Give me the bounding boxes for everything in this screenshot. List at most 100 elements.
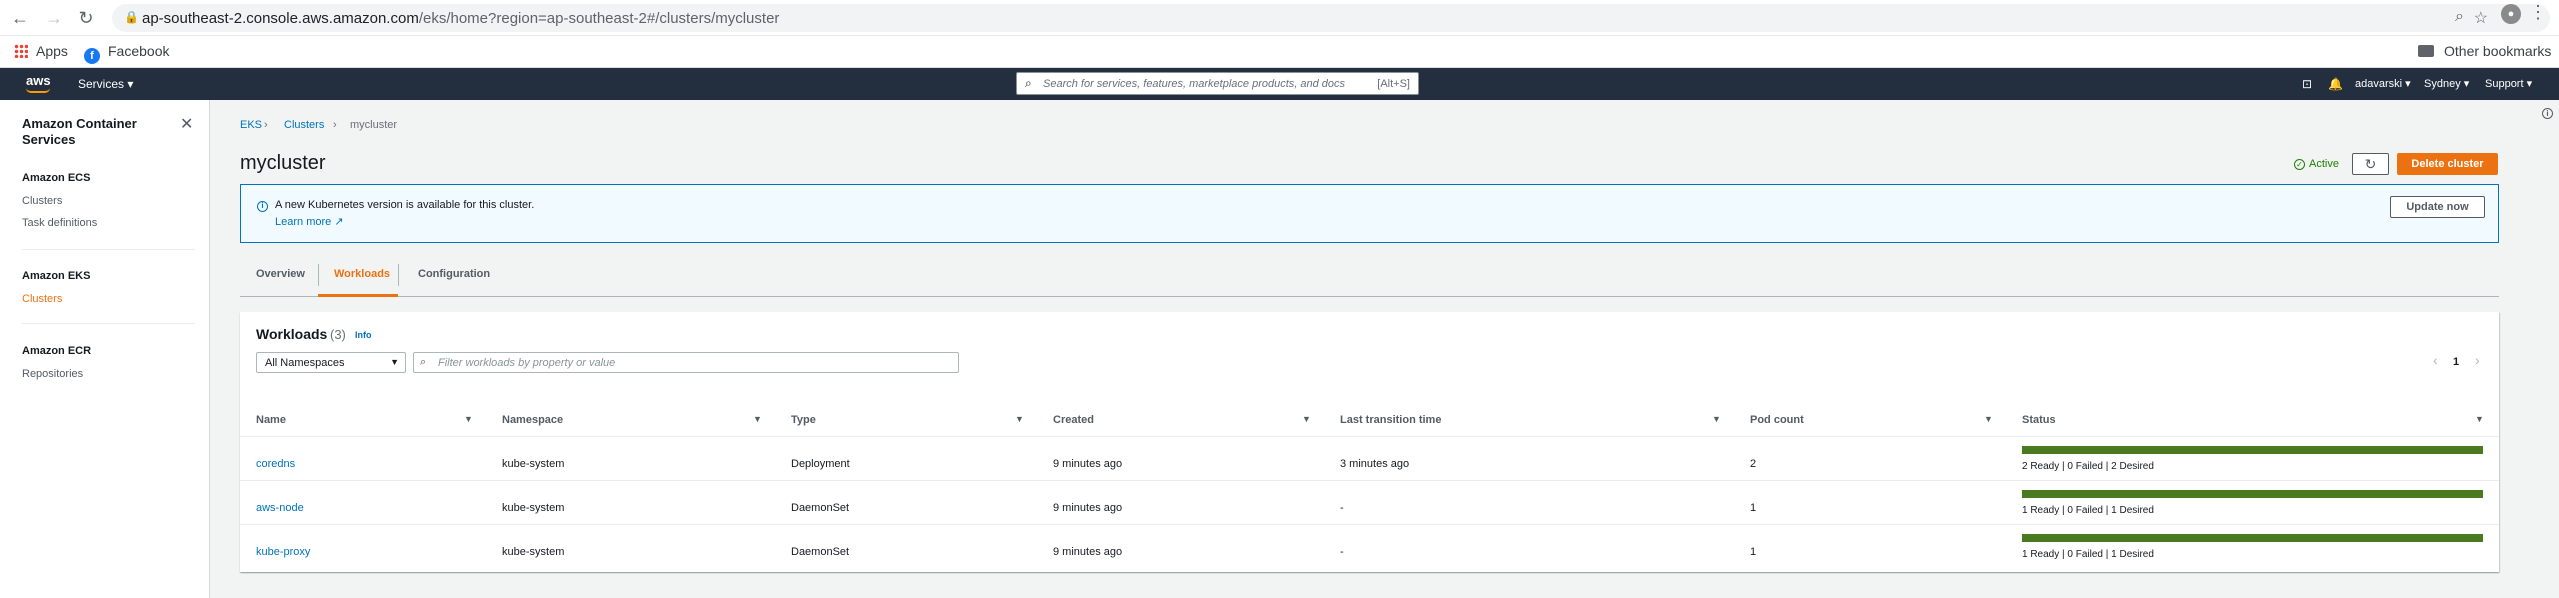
page-number[interactable]: 1 [2453, 356, 2459, 368]
search-shortcut: [Alt+S] [1377, 78, 1410, 90]
sidebar-item-eks-clusters[interactable]: Clusters [22, 293, 62, 305]
chevron-right-icon[interactable]: › [2475, 352, 2480, 368]
folder-icon [2418, 45, 2434, 57]
chevron-left-icon[interactable]: ‹ [2433, 352, 2438, 368]
update-now-button[interactable]: Update now [2390, 196, 2485, 218]
column-header-pod-count[interactable]: Pod count [1750, 414, 1804, 426]
workload-created: 9 minutes ago [1053, 502, 1123, 514]
workload-status: 2 Ready | 0 Failed | 2 Desired [2022, 461, 2154, 472]
apps-grid-icon [14, 44, 28, 58]
tab-bar: Overview Workloads Configuration [240, 252, 2499, 297]
sidebar-item-repositories[interactable]: Repositories [22, 368, 83, 380]
cloudshell-icon[interactable]: ⊡ [2302, 77, 2312, 91]
status-progress-bar [2022, 534, 2483, 542]
workload-pod-count: 1 [1750, 546, 1757, 558]
page-title: mycluster [240, 152, 326, 174]
address-bar[interactable]: 🔒 ap-southeast-2.console.aws.amazon.com/… [112, 4, 2550, 32]
learn-more-link[interactable]: Learn more ↗ [275, 215, 344, 228]
chrome-menu-icon[interactable]: ⋮ [2529, 2, 2547, 23]
workload-pod-count: 1 [1750, 502, 1757, 514]
column-header-status[interactable]: Status [2022, 414, 2056, 426]
workload-pod-count: 2 [1750, 458, 1757, 470]
workload-name-link[interactable]: coredns [256, 458, 295, 470]
namespace-select[interactable]: All Namespaces ▼ [256, 352, 406, 373]
workload-name-link[interactable]: kube-proxy [256, 546, 310, 558]
sidebar-item-ecs-clusters[interactable]: Clusters [22, 195, 62, 207]
workload-created: 9 minutes ago [1053, 458, 1123, 470]
sort-caret-icon[interactable]: ▼ [753, 414, 762, 424]
search-icon: ⌕ [1025, 76, 1032, 90]
workloads-panel: Workloads (3) Info All Namespaces ▼ ⌕ Fi… [240, 312, 2499, 572]
sort-caret-icon[interactable]: ▼ [1984, 414, 1993, 424]
forward-arrow-icon[interactable]: → [42, 6, 66, 30]
workload-status: 1 Ready | 0 Failed | 1 Desired [2022, 549, 2154, 560]
info-link[interactable]: Info [355, 330, 372, 340]
column-header-type[interactable]: Type [791, 414, 816, 426]
status-badge: ✓ Active [2294, 158, 2339, 170]
column-header-last-transition[interactable]: Last transition time [1340, 414, 1441, 426]
status-progress-bar [2022, 490, 2483, 498]
external-link-icon: ↗ [334, 216, 344, 228]
reload-icon[interactable]: ↻ [74, 6, 98, 30]
status-progress-bar [2022, 446, 2483, 454]
workload-last-transition: - [1340, 502, 1344, 514]
workload-namespace: kube-system [502, 458, 565, 470]
help-info-icon[interactable]: i [2542, 108, 2553, 119]
browser-toolbar: ← → ↻ 🔒 ap-southeast-2.console.aws.amazo… [0, 0, 2559, 36]
workload-status: 1 Ready | 0 Failed | 1 Desired [2022, 505, 2154, 516]
close-icon[interactable]: ✕ [180, 114, 193, 134]
profile-avatar[interactable]: ● [2501, 4, 2521, 24]
refresh-button[interactable]: ↻ [2352, 153, 2389, 175]
bookmark-apps[interactable]: Apps [14, 43, 68, 59]
sort-caret-icon[interactable]: ▼ [1015, 414, 1024, 424]
column-header-namespace[interactable]: Namespace [502, 414, 563, 426]
region-menu[interactable]: Sydney ▾ [2424, 77, 2469, 90]
chevron-right-icon: › [333, 119, 337, 131]
search-placeholder: Search for services, features, marketpla… [1043, 78, 1346, 90]
services-menu[interactable]: Services ▾ [78, 77, 133, 91]
support-menu[interactable]: Support ▾ [2485, 77, 2532, 90]
aws-logo[interactable]: aws [26, 73, 51, 88]
tab-configuration[interactable]: Configuration [418, 268, 490, 280]
other-bookmarks[interactable]: Other bookmarks [2418, 43, 2551, 59]
delete-cluster-button[interactable]: Delete cluster [2397, 153, 2498, 175]
tab-divider [318, 264, 319, 286]
bell-icon[interactable]: 🔔 [2328, 77, 2343, 91]
sort-caret-icon[interactable]: ▼ [2475, 414, 2484, 424]
breadcrumb-eks[interactable]: EKS [240, 119, 262, 131]
global-search-input[interactable]: ⌕ Search for services, features, marketp… [1016, 72, 1419, 95]
row-divider [240, 480, 2499, 481]
lock-icon: 🔒 [124, 10, 139, 24]
banner-message: A new Kubernetes version is available fo… [275, 199, 535, 211]
column-header-created[interactable]: Created [1053, 414, 1094, 426]
sidebar-title: Amazon Container Services [22, 116, 137, 147]
workload-last-transition: 3 minutes ago [1340, 458, 1410, 470]
workload-type: Deployment [791, 458, 850, 470]
sidebar-item-task-definitions[interactable]: Task definitions [22, 217, 97, 229]
user-menu[interactable]: adavarski ▾ [2355, 77, 2411, 90]
facebook-icon: f [84, 48, 100, 64]
workload-namespace: kube-system [502, 546, 565, 558]
url-text: ap-southeast-2.console.aws.amazon.com/ek… [142, 10, 780, 27]
sort-caret-icon[interactable]: ▼ [1712, 414, 1721, 424]
aws-top-nav: aws Services ▾ ⌕ Search for services, fe… [0, 68, 2559, 100]
sort-caret-icon[interactable]: ▼ [1302, 414, 1311, 424]
workload-namespace: kube-system [502, 502, 565, 514]
workload-name-link[interactable]: aws-node [256, 502, 304, 514]
breadcrumb-current: mycluster [350, 119, 398, 131]
sidebar: Amazon Container Services ✕ Amazon ECS C… [0, 100, 210, 598]
tab-workloads[interactable]: Workloads [334, 268, 390, 280]
tab-overview[interactable]: Overview [256, 268, 305, 280]
zoom-icon[interactable]: ⌕ [2455, 8, 2464, 26]
sidebar-heading-eks: Amazon EKS [22, 270, 91, 282]
sort-caret-icon[interactable]: ▼ [464, 414, 473, 424]
column-header-name[interactable]: Name [256, 414, 286, 426]
breadcrumb-clusters[interactable]: Clusters [284, 119, 324, 131]
sidebar-heading-ecr: Amazon ECR [22, 345, 92, 357]
bookmark-facebook[interactable]: f Facebook [84, 43, 169, 64]
star-icon[interactable]: ☆ [2474, 8, 2488, 28]
back-arrow-icon[interactable]: ← [8, 6, 32, 30]
filter-input[interactable]: ⌕ Filter workloads by property or value [413, 352, 959, 373]
workload-type: DaemonSet [791, 546, 850, 558]
active-tab-indicator [318, 294, 398, 297]
